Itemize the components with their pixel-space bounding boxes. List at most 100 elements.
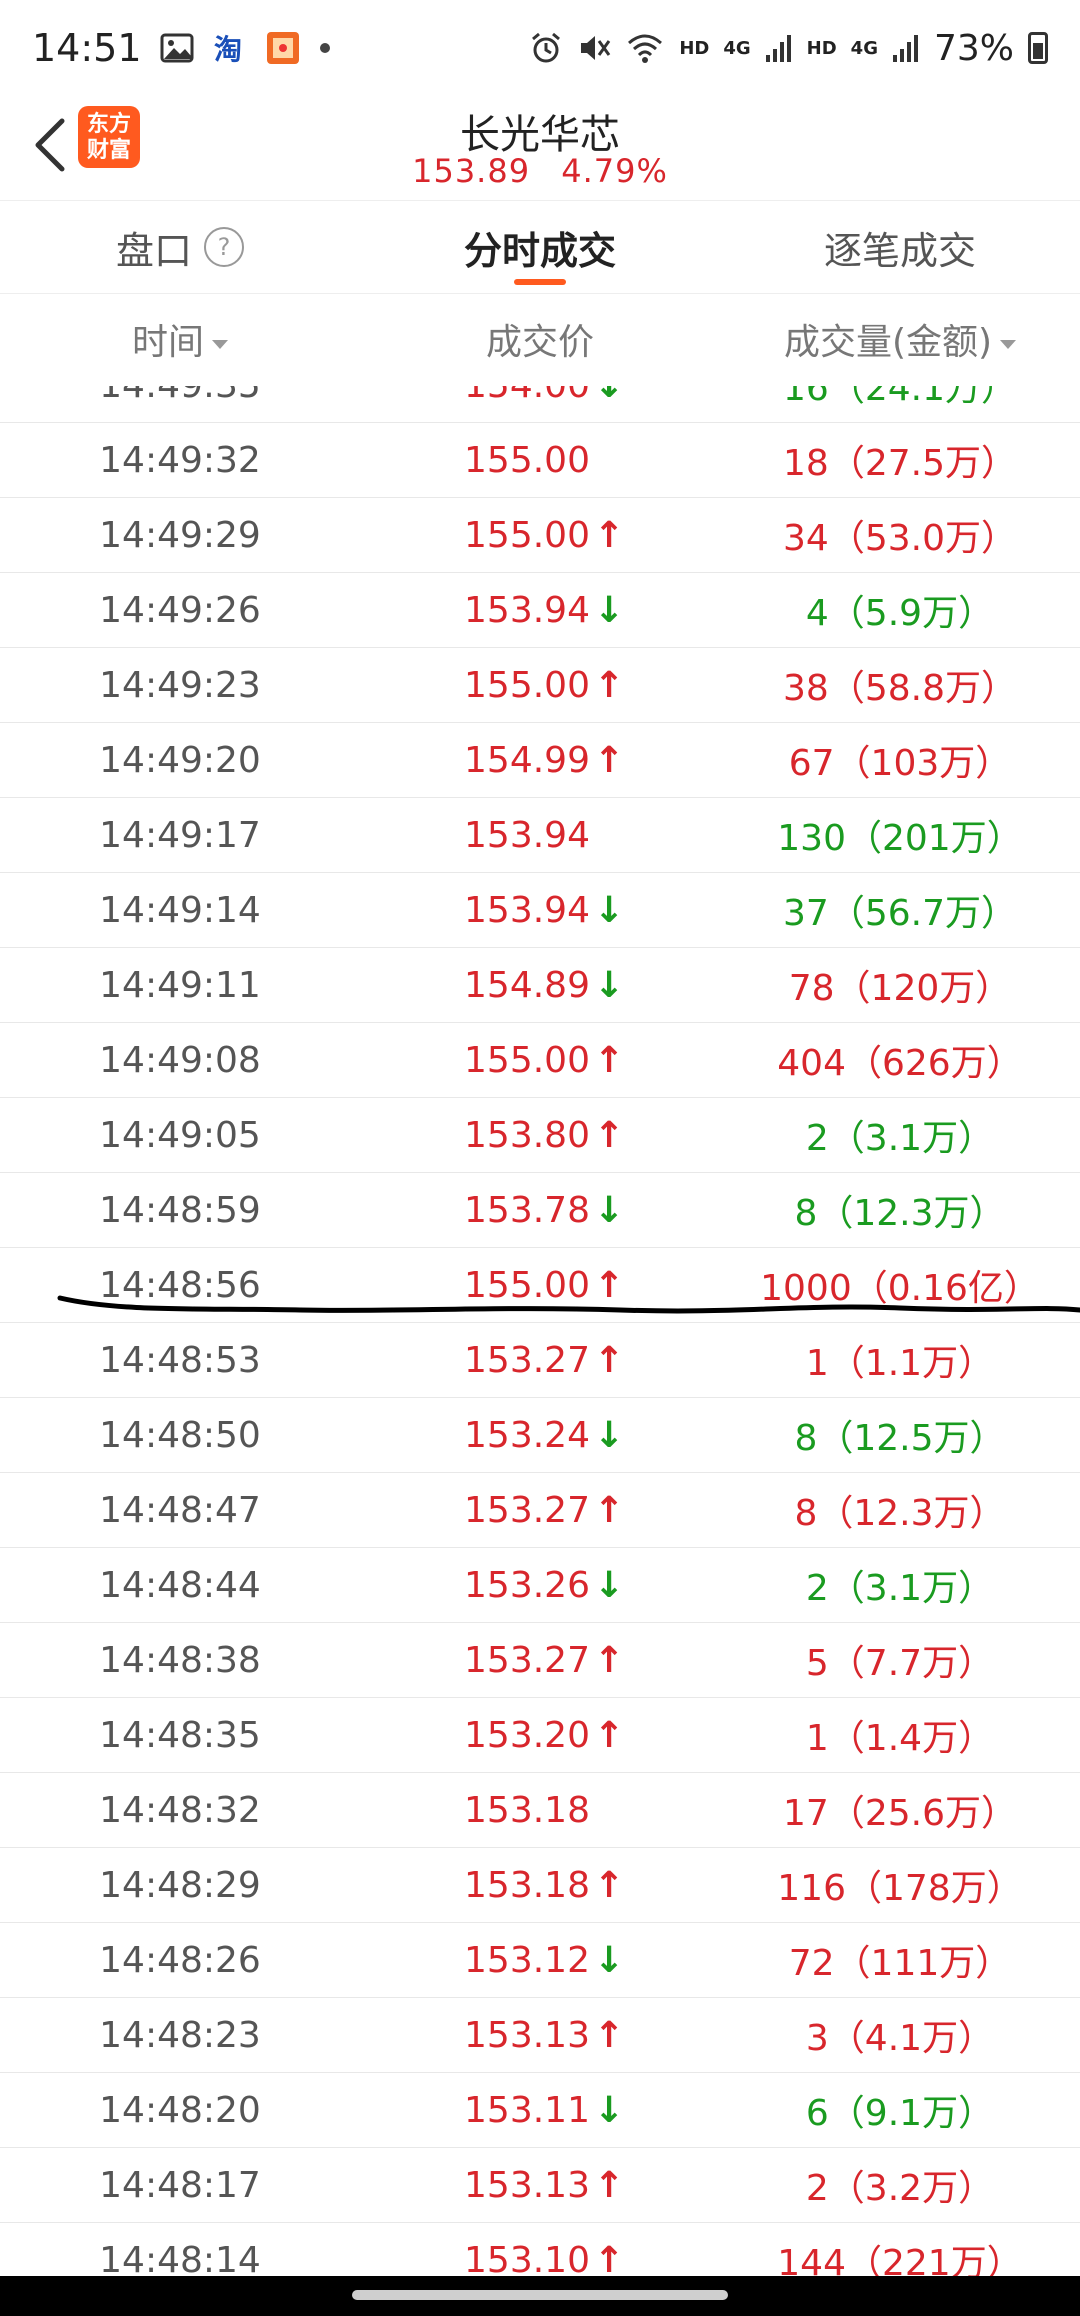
help-icon[interactable]: ?	[204, 227, 244, 267]
trade-price: 153.18 ↑	[360, 1865, 720, 1906]
trade-price-value: 153.94	[464, 889, 590, 931]
arrow-placeholder	[594, 815, 616, 856]
trade-volume: 4（5.9万）	[805, 593, 995, 634]
column-price: 成交价	[360, 313, 720, 365]
stock-change-pct: 4.79%	[561, 152, 668, 190]
wifi-icon	[625, 31, 665, 65]
trade-price-value: 155.00	[464, 664, 590, 706]
trade-row: 14:49:20 154.99 ↑ 67（103万）	[0, 723, 1080, 798]
column-time[interactable]: 时间	[0, 313, 360, 365]
arrow-up-icon: ↑	[593, 2164, 625, 2206]
arrow-down-icon: ↓	[593, 1189, 625, 1231]
arrow-up-icon: ↑	[593, 1864, 625, 1906]
trade-time: 14:49:05	[99, 1114, 261, 1156]
sort-down-icon	[212, 339, 228, 349]
trade-price: 153.94 ↓	[360, 890, 720, 931]
stock-quote: 153.89 4.79%	[0, 152, 1080, 190]
trade-volume: 16（24.1万）	[783, 386, 1017, 409]
trade-price-value: 154.89	[464, 964, 590, 1006]
trade-time: 14:48:17	[99, 2164, 261, 2206]
trade-volume: 67（103万）	[788, 743, 1012, 784]
trade-time: 14:49:26	[99, 589, 261, 631]
trade-row: 14:49:29 155.00 ↑ 34（53.0万）	[0, 498, 1080, 573]
tab-order-book[interactable]: 盘口 ?	[0, 201, 360, 293]
trade-price: 155.00 ↑	[360, 1265, 720, 1306]
trade-price-value: 154.00	[464, 386, 590, 406]
tab-tick-trades-label: 逐笔成交	[823, 228, 976, 273]
trade-volume: 72（111万）	[788, 1943, 1012, 1984]
trade-row: 14:49:08 155.00 ↑ 404（626万）	[0, 1023, 1080, 1098]
trade-row: 14:48:44 153.26 ↓ 2（3.1万）	[0, 1548, 1080, 1623]
trade-price-value: 153.80	[464, 1114, 590, 1156]
column-volume-label: 成交量(金额)	[783, 322, 993, 363]
trade-price: 155.00	[360, 440, 720, 481]
signal-icon	[765, 33, 793, 63]
home-indicator[interactable]	[352, 2290, 728, 2300]
column-volume[interactable]: 成交量(金额)	[720, 313, 1080, 365]
trade-volume: 34（53.0万）	[783, 518, 1017, 559]
arrow-up-icon: ↑	[593, 1714, 625, 1756]
trade-price-value: 153.12	[464, 1939, 590, 1981]
arrow-down-icon: ↓	[594, 386, 624, 406]
sort-down-icon	[1000, 339, 1017, 349]
trade-time: 14:48:35	[99, 1714, 261, 1756]
trade-price-value: 153.24	[464, 1414, 590, 1456]
trade-volume: 2（3.2万）	[805, 2168, 995, 2209]
trade-time: 14:49:14	[99, 889, 261, 931]
trade-time: 14:49:17	[99, 814, 261, 856]
status-bar: 14:51 淘 HD 4G HD 4G 73%	[0, 0, 1080, 96]
network-type-label: 4G	[723, 37, 751, 59]
trade-price: 153.11 ↓	[360, 2090, 720, 2131]
trade-row: 14:48:29 153.18 ↑ 116（178万）	[0, 1848, 1080, 1923]
trades-list[interactable]: 14:49:35154.00↓16（24.1万）14:49:32155.00 1…	[0, 386, 1080, 2276]
column-time-label: 时间	[131, 322, 204, 363]
trade-price-value: 153.94	[464, 814, 590, 856]
trade-row: 14:48:20 153.11 ↓ 6（9.1万）	[0, 2073, 1080, 2148]
taobao-icon: 淘	[212, 31, 248, 65]
trade-price-value: 153.27	[464, 1639, 590, 1681]
trade-row: 14:49:26 153.94 ↓ 4（5.9万）	[0, 573, 1080, 648]
tab-intraday-trades[interactable]: 分时成交	[360, 201, 720, 293]
trade-time: 14:48:29	[99, 1864, 261, 1906]
trade-price: 153.26 ↓	[360, 1565, 720, 1606]
trade-row: 14:49:05 153.80 ↑ 2（3.1万）	[0, 1098, 1080, 1173]
trade-time: 14:48:53	[99, 1339, 261, 1381]
trade-price: 155.00 ↑	[360, 515, 720, 556]
trade-row: 14:49:23 155.00 ↑ 38（58.8万）	[0, 648, 1080, 723]
trade-time: 14:49:08	[99, 1039, 261, 1081]
trade-row: 14:48:38 153.27 ↑ 5（7.7万）	[0, 1623, 1080, 1698]
trade-row: 14:48:50 153.24 ↓ 8（12.5万）	[0, 1398, 1080, 1473]
trade-time: 14:48:32	[99, 1789, 261, 1831]
trade-price-value: 153.10	[464, 2239, 590, 2277]
arrow-up-icon: ↑	[593, 739, 625, 781]
trade-volume: 8（12.3万）	[794, 1493, 1006, 1534]
trade-price-value: 153.27	[464, 1339, 590, 1381]
trade-price: 153.13 ↑	[360, 2015, 720, 2056]
trade-time: 14:48:44	[99, 1564, 261, 1606]
trade-row: 14:48:17 153.13 ↑ 2（3.2万）	[0, 2148, 1080, 2223]
arrow-up-icon: ↑	[593, 1489, 625, 1531]
trade-volume: 2（3.1万）	[805, 1118, 995, 1159]
trade-price-value: 155.00	[464, 1264, 590, 1306]
tab-intraday-trades-label: 分时成交	[463, 228, 616, 273]
trade-volume: 116（178万）	[777, 1868, 1023, 1909]
alarm-icon	[529, 31, 563, 65]
arrow-down-icon: ↓	[593, 964, 625, 1006]
trade-price-value: 153.20	[464, 1714, 590, 1756]
gallery-icon	[160, 33, 194, 63]
tab-tick-trades[interactable]: 逐笔成交	[720, 201, 1080, 293]
trade-price: 155.00 ↑	[360, 1040, 720, 1081]
hd-label: HD	[679, 37, 710, 59]
trade-volume: 404（626万）	[777, 1043, 1023, 1084]
arrow-down-icon: ↓	[593, 1564, 625, 1606]
trade-volume: 1000（0.16亿）	[760, 1268, 1040, 1309]
trade-price: 153.20 ↑	[360, 1715, 720, 1756]
hd-label-2: HD	[806, 37, 837, 59]
trade-time: 14:48:14	[99, 2239, 261, 2277]
column-price-label: 成交价	[485, 322, 594, 363]
trade-volume: 2（3.1万）	[805, 1568, 995, 1609]
trade-time: 14:48:38	[99, 1639, 261, 1681]
trade-price: 154.89 ↓	[360, 965, 720, 1006]
trade-price: 155.00 ↑	[360, 665, 720, 706]
trade-time: 14:49:35	[0, 386, 360, 406]
